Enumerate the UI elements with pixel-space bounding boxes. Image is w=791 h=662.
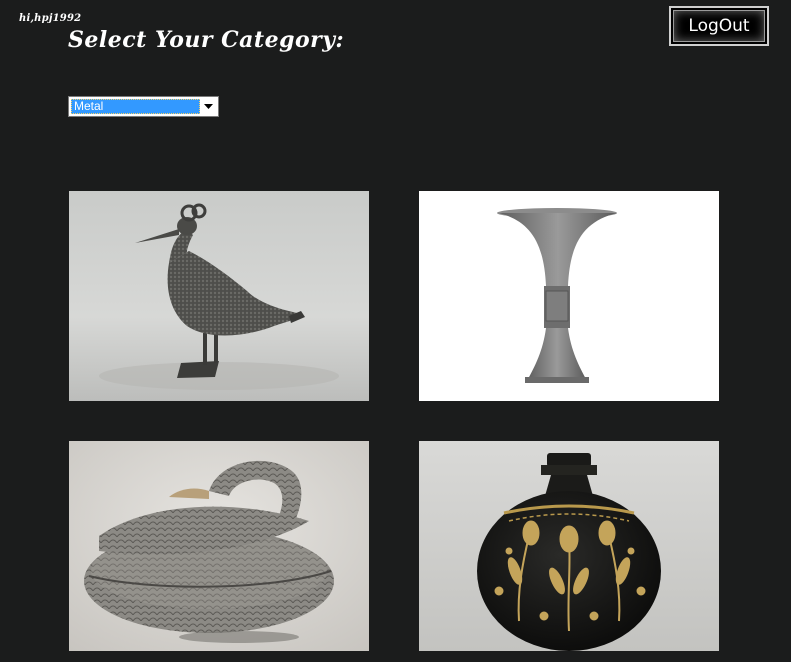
- pot-image[interactable]: [419, 441, 719, 651]
- logout-button[interactable]: LogOut: [669, 6, 769, 46]
- page: hi,hpj1992 Select Your Category: LogOut …: [0, 0, 791, 662]
- vase-image[interactable]: [419, 191, 719, 401]
- category-select-value: Metal: [71, 99, 200, 114]
- user-greeting: hi,hpj1992: [19, 13, 82, 24]
- chevron-down-icon[interactable]: [201, 100, 215, 113]
- logout-button-label: LogOut: [688, 16, 750, 36]
- page-title: Select Your Category:: [68, 27, 345, 53]
- category-select[interactable]: Metal: [68, 96, 219, 117]
- duck-box-image[interactable]: [69, 441, 369, 651]
- bird-figure-image[interactable]: [69, 191, 369, 401]
